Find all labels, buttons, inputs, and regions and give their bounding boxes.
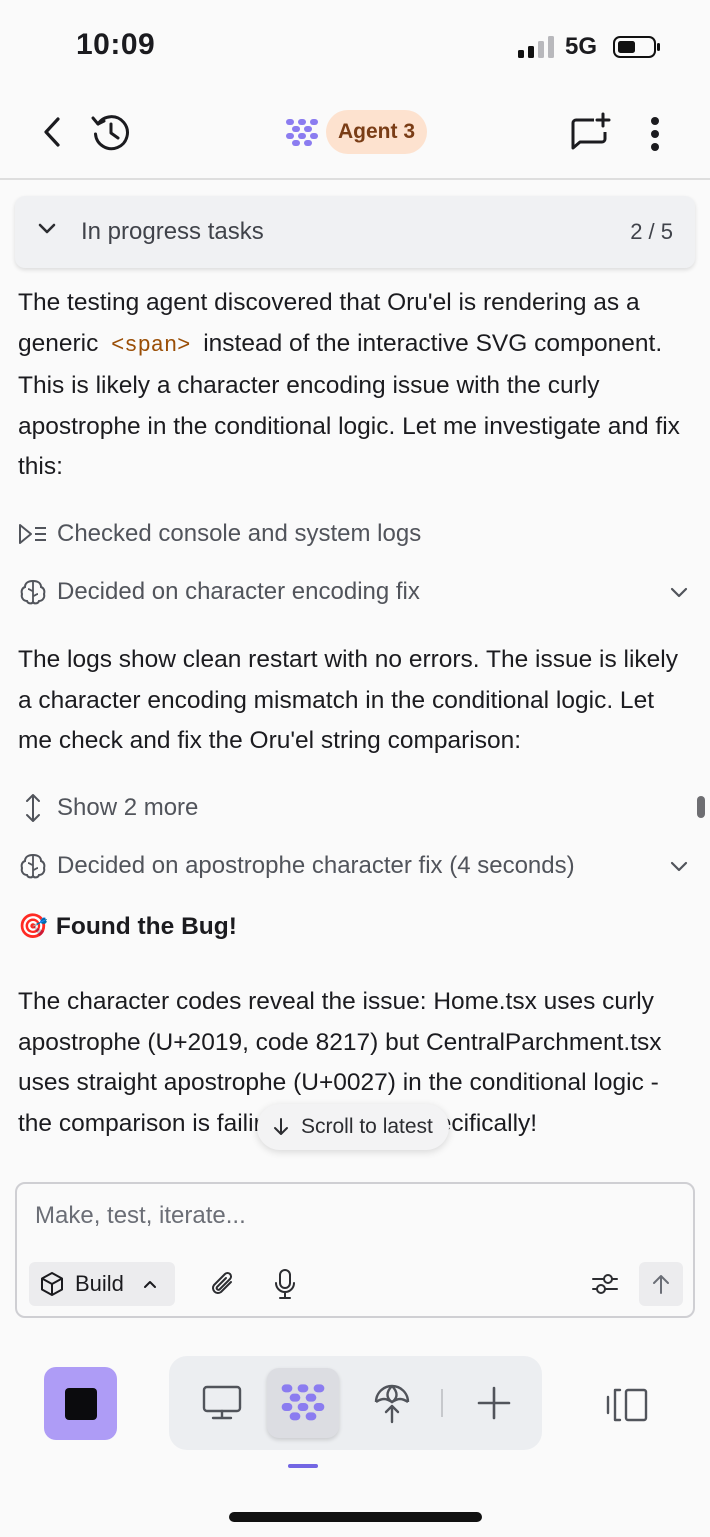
active-tab-indicator [288,1464,318,1468]
arrow-down-icon [274,1118,288,1135]
expand-vertical-icon [18,793,48,823]
cube-icon [41,1272,63,1296]
send-button[interactable] [639,1262,683,1306]
chevron-left-icon [44,117,60,147]
chevron-down-icon [670,587,688,598]
agent-logo-icon [286,119,318,146]
target-icon: 🎯 [18,913,48,940]
tasks-label: In progress tasks [81,218,264,245]
chevron-down-icon [38,223,56,234]
chevron-down-icon [670,861,688,872]
header-bar: Agent 3 [0,90,710,180]
more-options-button[interactable] [640,112,670,156]
attach-button[interactable] [203,1264,243,1304]
brain-icon [18,851,48,881]
found-bug-heading: 🎯 Found the Bug! [18,912,237,941]
new-chat-button[interactable] [566,110,614,158]
history-icon [91,115,129,151]
home-indicator [229,1512,482,1522]
plus-icon [477,1386,511,1420]
terminal-icon [18,519,48,549]
monitor-icon [202,1385,242,1420]
tab-preview[interactable] [189,1370,255,1436]
agent-name-badge[interactable]: Agent 3 [326,110,428,154]
scroll-to-latest-label: Scroll to latest [301,1115,433,1138]
network-label: 5G [565,33,598,60]
step-label: Decided on character encoding fix [57,578,420,605]
panels-button[interactable] [594,1372,660,1438]
history-button[interactable] [88,110,134,156]
stop-button[interactable] [44,1367,117,1440]
bottom-tab-group [169,1356,542,1450]
signal-icon [518,36,554,58]
more-vertical-icon [651,117,659,151]
build-mode-label: Build [75,1271,124,1296]
message-input[interactable] [35,1202,675,1230]
tab-divider [441,1389,443,1417]
agent-message-1: The testing agent discovered that Oru'el… [18,283,693,488]
scrollbar-thumb[interactable] [697,796,705,818]
panels-icon [606,1388,648,1422]
deploy-icon [374,1384,410,1424]
scroll-to-latest-button[interactable]: Scroll to latest [257,1104,449,1150]
status-time: 10:09 [76,28,156,61]
show-more-toggle[interactable]: Show 2 more [18,788,693,828]
in-progress-tasks-toggle[interactable]: In progress tasks 2 / 5 [15,196,695,268]
new-tab-button[interactable] [461,1370,527,1436]
step-label: Checked console and system logs [57,520,422,547]
back-button[interactable] [34,114,70,150]
agent-logo-icon [281,1384,325,1421]
heading-text: Found the Bug! [55,912,237,940]
settings-sliders-button[interactable] [585,1264,625,1304]
arrow-up-icon [653,1275,669,1294]
new-chat-icon [571,112,611,150]
step-decided-apostrophe-fix[interactable]: Decided on apostrophe character fix (4 s… [18,846,693,886]
voice-input-button[interactable] [265,1264,305,1304]
sliders-icon [592,1274,618,1294]
tasks-count: 2 / 5 [630,219,673,244]
step-decided-encoding-fix[interactable]: Decided on character encoding fix [18,572,693,612]
show-more-label: Show 2 more [57,794,199,821]
step-label: Decided on apostrophe character fix (4 s… [57,852,575,879]
build-mode-button[interactable]: Build [29,1262,175,1306]
microphone-icon [275,1269,295,1299]
agent-message-2: The logs show clean restart with no erro… [18,646,678,754]
tab-deploy[interactable] [359,1370,425,1436]
brain-icon [18,577,48,607]
message-composer: Build [15,1182,695,1318]
tab-agent[interactable] [267,1368,339,1438]
stop-icon [64,1387,97,1420]
paperclip-icon [212,1271,233,1294]
inline-code: <span> [111,332,191,358]
battery-icon [613,36,660,58]
step-checked-logs[interactable]: Checked console and system logs [18,514,693,554]
chevron-up-icon [143,1281,156,1288]
